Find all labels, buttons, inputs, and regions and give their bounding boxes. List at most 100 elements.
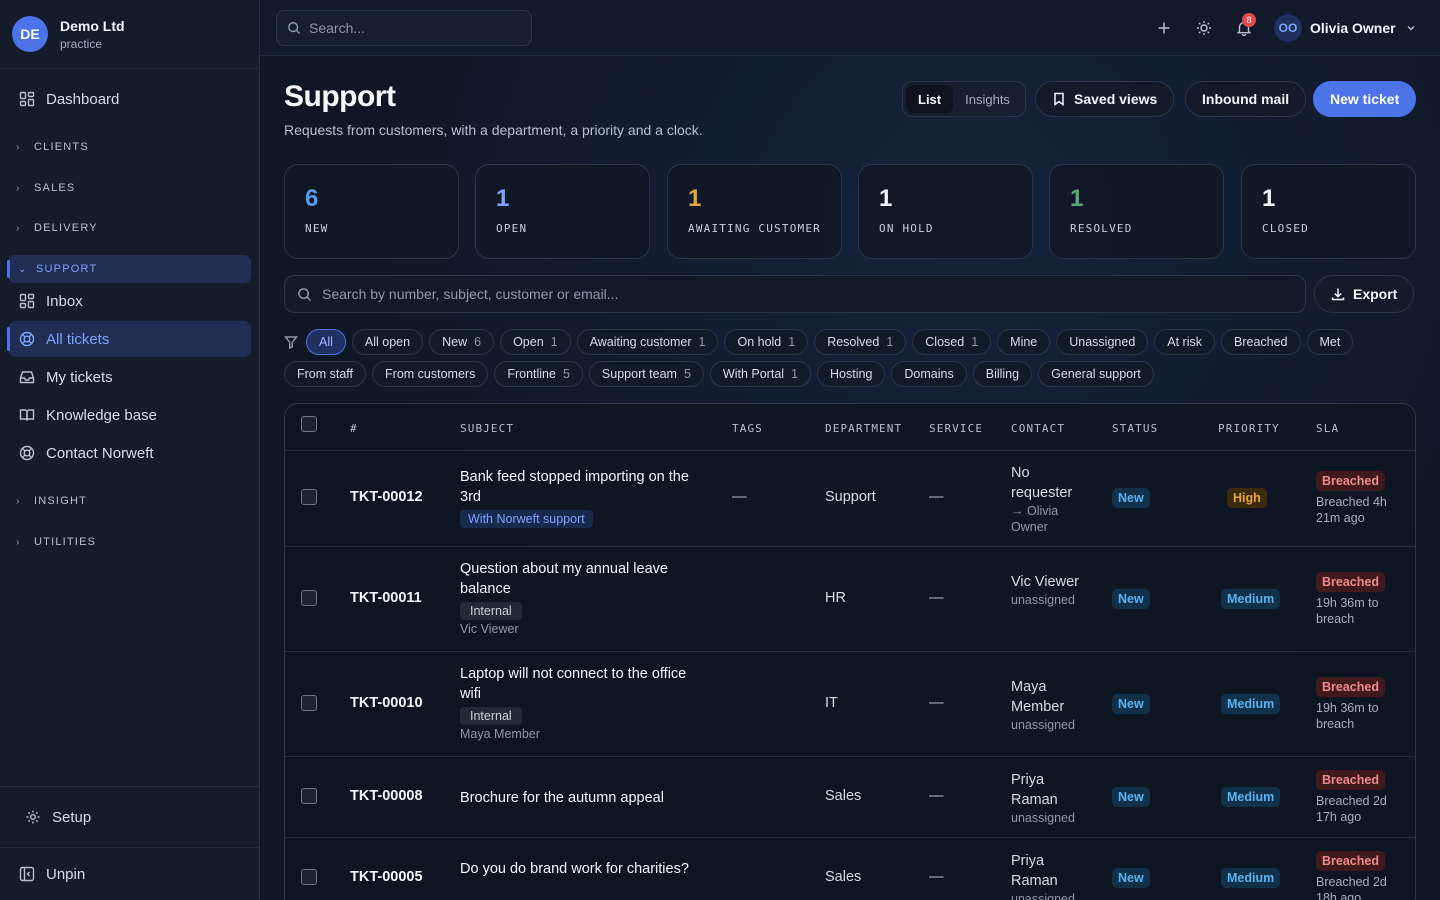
column-header[interactable]: #: [350, 422, 358, 435]
ticket-contact[interactable]: Maya Member unassigned: [1011, 677, 1091, 733]
ticket-subject[interactable]: Do you do brand work for charities?: [460, 859, 710, 879]
sidebar-item-label: Knowledge base: [46, 406, 157, 424]
filter-chip-hosting[interactable]: Hosting: [817, 361, 886, 387]
row-checkbox[interactable]: [301, 489, 317, 505]
filter-chip-from-customers[interactable]: From customers: [372, 361, 489, 387]
sidebar-item-contact-norweft[interactable]: Contact Norweft: [8, 435, 251, 471]
filter-chip-resolved[interactable]: Resolved 1: [814, 329, 907, 355]
ticket-subject[interactable]: Brochure for the autumn appeal: [460, 788, 710, 808]
filter-chip-met[interactable]: Met: [1306, 329, 1354, 355]
ticket-contact[interactable]: Priya Raman unassigned: [1011, 770, 1091, 826]
column-header[interactable]: SLA: [1316, 422, 1339, 435]
ticket-number[interactable]: TKT-00012: [350, 489, 423, 505]
ticket-tag-wrap: Internal: [460, 599, 710, 620]
org-switcher[interactable]: DE Demo Ltd practice: [0, 0, 259, 69]
sidebar-item-dashboard[interactable]: Dashboard: [8, 81, 251, 117]
filter-chip-with-portal[interactable]: With Portal 1: [709, 361, 812, 387]
sun-icon[interactable]: [1194, 18, 1214, 38]
section-utilities[interactable]: › UTILITIES: [16, 536, 96, 548]
ticket-search-input[interactable]: Search by number, subject, customer or e…: [284, 275, 1306, 313]
column-header[interactable]: CONTACT: [1011, 422, 1065, 435]
filter-chip-frontline[interactable]: Frontline 5: [494, 361, 583, 387]
row-checkbox[interactable]: [301, 868, 317, 885]
button-label: Inbound mail: [1202, 91, 1290, 107]
table-row[interactable]: TKT-00011 Question about my annual leave …: [285, 547, 1415, 652]
stat-card-open[interactable]: 1 OPEN: [475, 164, 650, 259]
table-row[interactable]: TKT-00010 Laptop will not connect to the …: [285, 652, 1415, 757]
select-all-checkbox[interactable]: [301, 416, 317, 432]
filter-chip-breached[interactable]: Breached: [1221, 329, 1301, 355]
user-menu[interactable]: OO Olivia Owner: [1274, 14, 1416, 42]
table-row[interactable]: TKT-00008 Brochure for the autumn appeal S…: [285, 757, 1415, 838]
column-header[interactable]: DEPARTMENT: [825, 422, 902, 435]
saved-views-button[interactable]: Saved views: [1035, 81, 1175, 117]
inbound-mail-button[interactable]: Inbound mail: [1185, 81, 1307, 117]
row-checkbox[interactable]: [301, 589, 317, 606]
filter-chip-billing[interactable]: Billing: [972, 361, 1033, 387]
filter-chip-open[interactable]: Open 1: [500, 329, 571, 355]
filter-chip-awaiting-customer[interactable]: Awaiting customer 1: [576, 329, 719, 355]
filter-chip-label: Awaiting customer: [589, 335, 692, 349]
row-checkbox[interactable]: [301, 694, 317, 711]
ticket-number[interactable]: TKT-00008: [350, 788, 423, 804]
filter-chip-label: New: [442, 335, 468, 349]
sidebar-item-setup[interactable]: Setup: [14, 799, 257, 835]
ticket-subject[interactable]: Laptop will not connect to the office wi…: [460, 664, 710, 704]
sidebar-item-my-tickets[interactable]: My tickets: [8, 359, 251, 395]
tab-insights[interactable]: Insights: [953, 85, 1022, 113]
unpin-button[interactable]: Unpin: [8, 856, 251, 892]
stat-label: NEW: [305, 222, 329, 235]
ticket-subject[interactable]: Question about my annual leave balance: [460, 559, 710, 599]
filter-chip-all[interactable]: All: [306, 329, 346, 355]
column-header[interactable]: SUBJECT: [460, 422, 514, 435]
button-label: Export: [1353, 286, 1398, 302]
filter-chip-closed[interactable]: Closed 1: [912, 329, 992, 355]
filter-chip-support-team[interactable]: Support team 5: [588, 361, 704, 387]
stat-card-closed[interactable]: 1 CLOSED: [1241, 164, 1416, 259]
new-ticket-button[interactable]: New ticket: [1313, 81, 1417, 117]
filter-chip-all-open[interactable]: All open: [351, 329, 424, 355]
filter-chip-general-support[interactable]: General support: [1038, 361, 1154, 387]
ticket-number[interactable]: TKT-00011: [350, 590, 422, 606]
section-clients[interactable]: › CLIENTS: [16, 141, 89, 153]
sidebar-item-inbox[interactable]: Inbox: [8, 283, 251, 319]
plus-icon[interactable]: [1154, 18, 1174, 38]
sidebar-item-knowledge-base[interactable]: Knowledge base: [8, 397, 251, 433]
column-header[interactable]: TAGS: [732, 422, 763, 435]
ticket-contact[interactable]: No requester → Olivia Owner: [1011, 463, 1091, 535]
ticket-number[interactable]: TKT-00005: [350, 869, 423, 885]
filter-chip-mine[interactable]: Mine: [997, 329, 1051, 355]
row-checkbox[interactable]: [301, 787, 317, 804]
filter-chip-at-risk[interactable]: At risk: [1154, 329, 1215, 355]
column-header[interactable]: SERVICE: [929, 422, 983, 435]
ticket-subject[interactable]: Bank feed stopped importing on the 3rd: [460, 467, 710, 507]
ticket-contact[interactable]: Vic Viewer unassigned: [1011, 572, 1091, 608]
table-row[interactable]: TKT-00005 Do you do brand work for charit…: [285, 838, 1415, 900]
filter-chip-from-staff[interactable]: From staff: [284, 361, 367, 387]
sidebar-item-all-tickets[interactable]: All tickets: [7, 321, 251, 357]
filter-chip-label: Mine: [1010, 335, 1038, 349]
stat-card-new[interactable]: 6 NEW: [284, 164, 459, 259]
ticket-number[interactable]: TKT-00010: [350, 695, 423, 711]
section-support[interactable]: ⌄ SUPPORT: [7, 255, 251, 283]
filter-chip-label: Resolved: [827, 335, 880, 349]
export-button[interactable]: Export: [1314, 275, 1415, 313]
bookmark-icon: [1052, 92, 1066, 106]
tab-list[interactable]: List: [906, 85, 954, 113]
filter-chip-unassigned[interactable]: Unassigned: [1056, 329, 1149, 355]
section-insight[interactable]: › INSIGHT: [16, 495, 87, 507]
stat-card-on-hold[interactable]: 1 ON HOLD: [858, 164, 1033, 259]
filter-chip-domains[interactable]: Domains: [891, 361, 967, 387]
column-header[interactable]: PRIORITY: [1218, 422, 1280, 435]
global-search-input[interactable]: Search...: [276, 10, 532, 46]
section-sales[interactable]: › SALES: [16, 182, 75, 194]
filter-chip-on-hold[interactable]: On hold 1: [724, 329, 809, 355]
section-delivery[interactable]: › DELIVERY: [16, 222, 98, 234]
stat-card-resolved[interactable]: 1 RESOLVED: [1049, 164, 1224, 259]
ticket-contact[interactable]: Priya Raman unassigned: [1011, 851, 1091, 900]
stat-card-awaiting-customer[interactable]: 1 AWAITING CUSTOMER: [667, 164, 842, 259]
filter-chip-new[interactable]: New 6: [429, 329, 495, 355]
column-header[interactable]: STATUS: [1112, 422, 1158, 435]
notification-badge: 8: [1242, 13, 1256, 27]
table-row[interactable]: TKT-00012 Bank feed stopped importing on …: [285, 451, 1415, 547]
